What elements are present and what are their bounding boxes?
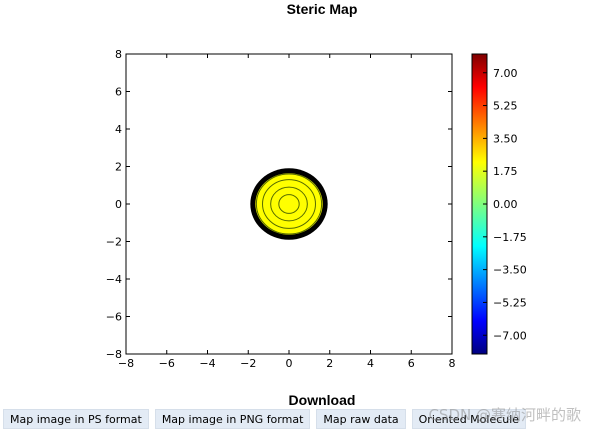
colorbar-tick-label: 1.75	[493, 165, 518, 178]
colorbar-tick-label: −7.00	[493, 329, 527, 342]
y-tick-label: 8	[115, 48, 122, 61]
y-tick-label: 6	[115, 86, 122, 99]
download-raw-data-button[interactable]: Map raw data	[316, 409, 406, 429]
colorbar-tick-label: −3.50	[493, 264, 527, 277]
colorbar-tick-label: −1.75	[493, 231, 527, 244]
y-tick-label: −8	[106, 348, 122, 361]
download-ps-button[interactable]: Map image in PS format	[3, 409, 149, 429]
x-tick-label: 0	[286, 357, 293, 370]
x-tick-label: 6	[408, 357, 415, 370]
x-tick-label: 8	[449, 357, 456, 370]
x-tick-label: −2	[240, 357, 256, 370]
y-tick-label: −6	[106, 311, 122, 324]
download-oriented-molecule-button[interactable]: Oriented Molecule	[411, 409, 527, 429]
y-tick-label: 0	[115, 198, 122, 211]
colorbar-tick-label: 5.25	[493, 100, 518, 113]
colorbar-tick-label: 3.50	[493, 132, 518, 145]
steric-map-chart: −8 −6 −4 −2 0 2 4 6 8 86420−2−4−6−8 7.005.253.50…	[106, 48, 527, 370]
colorbar-tick-label: −5.25	[493, 296, 527, 309]
blob-fill	[255, 173, 323, 235]
download-button-bar: Map image in PS format Map image in PNG …	[3, 409, 527, 429]
y-tick-label: −4	[106, 273, 122, 286]
y-tick-label: 2	[115, 161, 122, 174]
steric-blob	[250, 168, 328, 240]
colorbar-axis: 7.00 5.25 3.50 1.75 0.00 −1.75 −3.50 −5.25 −7.00	[483, 67, 527, 342]
x-tick-label: 4	[367, 357, 374, 370]
colorbar-tick-label: 7.00	[493, 67, 518, 80]
x-tick-label: 2	[326, 357, 333, 370]
download-title: Download	[288, 392, 356, 408]
x-tick-label: −6	[159, 357, 175, 370]
y-tick-label: −2	[106, 236, 122, 249]
x-tick-label: −4	[199, 357, 215, 370]
y-tick-label: 4	[115, 123, 122, 136]
download-png-button[interactable]: Map image in PNG format	[154, 409, 311, 429]
colorbar-tick-label: 0.00	[493, 198, 518, 211]
